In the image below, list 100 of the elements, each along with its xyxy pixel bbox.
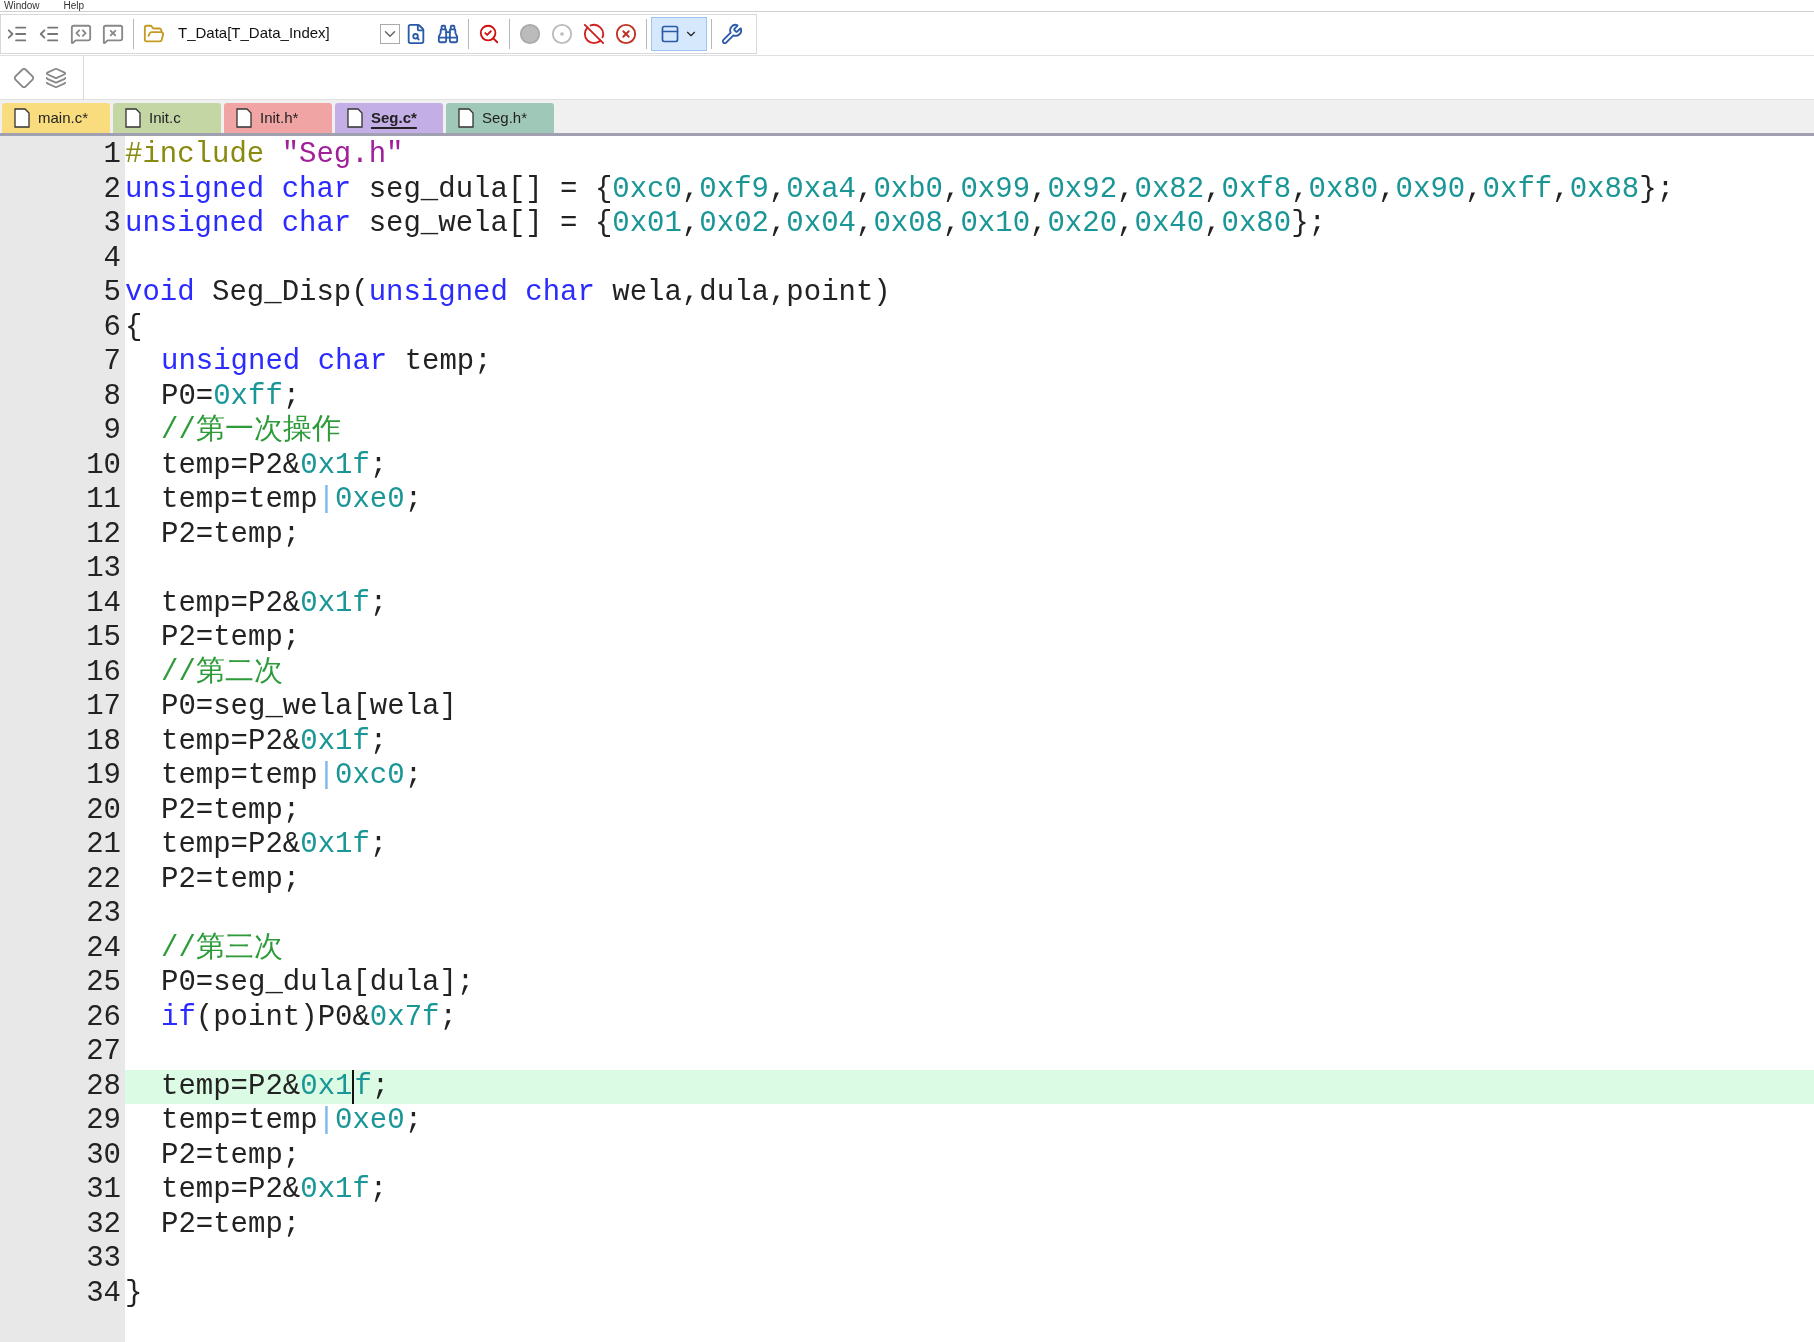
code-token: { xyxy=(125,310,143,345)
line-number: 6 xyxy=(102,310,122,345)
code-token: P2=temp; xyxy=(161,517,301,552)
code-token: #include xyxy=(125,138,266,173)
code-token: unsigned char xyxy=(368,276,595,311)
code-token: | xyxy=(317,483,336,518)
code-token: 0xe0 xyxy=(335,1104,405,1139)
code-token: temp=P2& xyxy=(161,586,301,621)
code-token: 0xa4 xyxy=(786,172,856,207)
code-token: 0xc0 xyxy=(335,759,405,794)
code-token: 0x99 xyxy=(960,172,1031,207)
file-icon xyxy=(14,108,30,128)
file-tab[interactable]: Init.c xyxy=(113,103,221,133)
code-token: 0x92 xyxy=(1047,172,1118,207)
code-token: temp=P2& xyxy=(161,448,301,483)
line-number: 12 xyxy=(85,517,122,552)
line-number: 9 xyxy=(102,414,122,449)
code-token: , xyxy=(1378,172,1396,207)
line-number: 10 xyxy=(85,448,122,483)
line-number: 1 xyxy=(102,138,122,173)
line-number: 18 xyxy=(85,724,122,759)
code-token: 0xe0 xyxy=(335,483,405,518)
window-layout-button[interactable] xyxy=(651,16,707,51)
code-token: , xyxy=(1204,207,1222,242)
code-token: , xyxy=(943,172,961,207)
code-token: 0x10 xyxy=(960,207,1031,242)
code-token: ; xyxy=(404,759,423,794)
code-token: f xyxy=(352,1069,372,1104)
line-number: 8 xyxy=(102,379,122,414)
code-token: P2=temp; xyxy=(161,1138,301,1173)
line-number: 11 xyxy=(85,483,122,518)
code-token: P0=seg_wela[wela] xyxy=(161,690,457,725)
line-number: 27 xyxy=(85,1035,122,1070)
code-token: //第一次操作 xyxy=(161,414,341,449)
line-number: 4 xyxy=(102,241,122,276)
code-token: ; xyxy=(369,1173,388,1208)
window-icon xyxy=(660,23,680,44)
code-token: , xyxy=(856,172,874,207)
code-token: , xyxy=(1117,207,1135,242)
code-token: 0x82 xyxy=(1134,172,1205,207)
code-token: ; xyxy=(439,1000,457,1035)
menu-item[interactable]: Help xyxy=(63,0,85,11)
line-number: 7 xyxy=(102,345,122,380)
code-token: ; xyxy=(369,448,388,483)
file-icon xyxy=(347,108,363,128)
line-number: 34 xyxy=(85,1276,122,1311)
code-token: Seg_Disp( xyxy=(211,276,369,311)
line-number: 2 xyxy=(102,172,122,207)
code-token: , xyxy=(768,207,787,242)
code-token: }; xyxy=(1291,207,1326,242)
code-token: 0xb0 xyxy=(873,172,943,207)
code-token: ; xyxy=(404,1104,423,1139)
file-tab[interactable]: Seg.c* xyxy=(335,103,443,133)
line-number: 15 xyxy=(85,621,122,656)
code-token: 0x1f xyxy=(300,448,370,483)
file-tab[interactable]: Seg.h* xyxy=(446,103,554,133)
code-token: , xyxy=(768,172,787,207)
line-number: 26 xyxy=(85,1000,122,1035)
code-token: 0x40 xyxy=(1134,207,1205,242)
line-number: 30 xyxy=(85,1138,122,1173)
code-token: , xyxy=(1465,172,1483,207)
code-token: P2=temp; xyxy=(161,862,301,897)
code-token: temp=P2& xyxy=(161,1173,301,1208)
file-tab[interactable]: main.c* xyxy=(2,103,110,133)
file-icon xyxy=(125,108,141,128)
code-token: unsigned char xyxy=(161,345,388,380)
code-token: 0xf9 xyxy=(699,172,769,207)
code-token: 0x1f xyxy=(300,586,370,621)
file-tab[interactable]: Init.h* xyxy=(224,103,332,133)
code-token: seg_dula[] = { xyxy=(367,172,613,207)
line-number: 3 xyxy=(102,207,122,242)
line-number: 5 xyxy=(102,276,122,311)
code-token: ; xyxy=(369,724,388,759)
code-token: 0x90 xyxy=(1395,172,1466,207)
line-number: 24 xyxy=(85,931,122,966)
menu-item[interactable]: Window xyxy=(4,0,40,11)
line-number: 16 xyxy=(85,655,122,690)
code-token: , xyxy=(681,172,700,207)
line-number: 14 xyxy=(85,586,122,621)
code-token: 0xff xyxy=(213,379,283,414)
line-number: 31 xyxy=(85,1173,122,1208)
line-number: 20 xyxy=(85,793,122,828)
code-token: }; xyxy=(1639,172,1675,207)
line-number: 32 xyxy=(85,1207,122,1242)
code-token: 0xc0 xyxy=(612,172,682,207)
dropdown-icon xyxy=(380,23,400,44)
code-token: P0= xyxy=(161,379,214,414)
code-token: //第二次 xyxy=(161,655,283,690)
code-token: ; xyxy=(282,379,301,414)
code-token: temp=temp xyxy=(161,1104,318,1139)
code-token: ; xyxy=(404,483,423,518)
code-token: "Seg.h" xyxy=(281,138,404,173)
code-token: 0x88 xyxy=(1569,172,1640,207)
line-number: 21 xyxy=(85,828,122,863)
code-token: temp=temp xyxy=(161,483,318,518)
line-number: 28 xyxy=(85,1069,122,1104)
line-number: 22 xyxy=(85,862,122,897)
code-token: 0x80 xyxy=(1221,207,1292,242)
file-icon xyxy=(458,108,474,128)
target-name: T_Data[T_Data_Index] xyxy=(178,23,331,44)
